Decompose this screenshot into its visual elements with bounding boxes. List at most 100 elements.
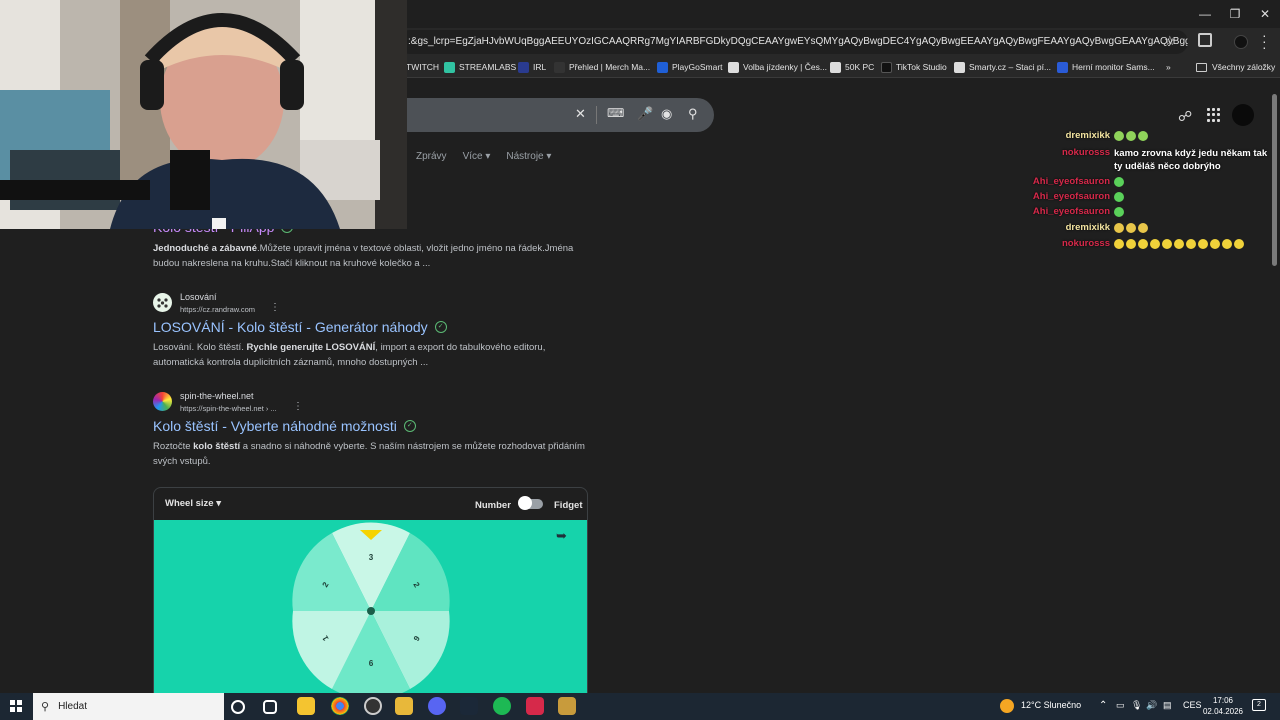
streamlabs-icon xyxy=(444,61,455,73)
site-name: spin-the-wheel.net xyxy=(180,391,254,401)
clear-search-icon[interactable]: ✕ xyxy=(575,106,586,122)
task-view-icon[interactable] xyxy=(263,700,277,714)
verified-icon: ✓ xyxy=(434,321,447,333)
fidget-label[interactable]: Fidget xyxy=(554,500,583,511)
bookmark-star-icon[interactable]: ☆ xyxy=(1164,33,1176,49)
chat-username: Ahi_eyeofsauron xyxy=(1032,191,1110,202)
bookmark-item[interactable]: TikTok Studio xyxy=(881,59,947,75)
game-launcher-icon[interactable] xyxy=(526,697,544,715)
window-controls: — ❐ ✕ xyxy=(1190,0,1280,28)
chat-username: Ahi_eyeofsauron xyxy=(1032,176,1110,187)
obs-icon[interactable] xyxy=(364,697,382,715)
taskbar-clock[interactable]: 17:06 02.04.2026 xyxy=(1200,695,1246,717)
screen: — ❐ ✕ :&gs_lcrp=EgZjaHJvbWUqBggAEEUYOzIG… xyxy=(0,0,1280,720)
playgosmart-icon xyxy=(657,61,668,73)
tab-more[interactable]: Více ▾ xyxy=(463,151,491,162)
wheel-stage: ➥ 3 2 2 1 9 6 xyxy=(154,520,588,697)
clock-date: 02.04.2026 xyxy=(1202,707,1244,716)
tray-chevron-icon[interactable]: ⌃ xyxy=(1099,700,1107,711)
scrollbar-thumb[interactable] xyxy=(1272,94,1277,266)
chat-text: kamo zrovna když jedu někam tak ty udělá… xyxy=(1114,148,1268,172)
site-url[interactable]: https://spin-the-wheel.net › ... xyxy=(180,404,277,413)
emote-icon xyxy=(1138,223,1148,234)
language-indicator[interactable]: CES xyxy=(1183,700,1202,710)
samsung-icon xyxy=(1057,61,1068,73)
restore-icon[interactable]: ❐ xyxy=(1220,0,1250,28)
tray-device-icon[interactable]: ▭ xyxy=(1116,700,1125,711)
file-explorer-icon[interactable] xyxy=(395,697,413,715)
emote-icon xyxy=(1126,131,1136,142)
bookmark-item[interactable]: Smarty.cz – Staci pí... xyxy=(954,59,1051,75)
microphone-icon[interactable]: 🎤 xyxy=(637,106,653,122)
ticket-icon xyxy=(728,61,739,73)
discord-icon[interactable] xyxy=(428,697,446,715)
spin-the-wheel-favicon xyxy=(153,392,172,411)
emote-icon xyxy=(1114,177,1124,188)
more-bookmarks-icon[interactable]: » xyxy=(1166,59,1171,75)
search-divider xyxy=(596,106,597,124)
store-icon[interactable] xyxy=(297,697,315,715)
notification-icon[interactable]: 2 xyxy=(1252,699,1266,711)
share-icon[interactable]: ☍ xyxy=(1178,108,1192,125)
microphone-icon[interactable]: 🎙 xyxy=(1131,700,1142,711)
google-apps-icon[interactable] xyxy=(1207,108,1221,122)
chrome-icon[interactable] xyxy=(331,697,349,715)
volume-icon[interactable]: 🔊 xyxy=(1146,700,1157,711)
chat-username: Ahi_eyeofsauron xyxy=(1032,206,1110,217)
league-icon[interactable] xyxy=(558,697,576,715)
extensions-icon[interactable] xyxy=(1198,33,1212,47)
search-icon[interactable]: ⚲ xyxy=(688,106,698,122)
lens-icon[interactable]: ◉ xyxy=(661,106,672,122)
taskbar-search-field[interactable]: ⚲ Hledat xyxy=(33,693,224,720)
bookmark-item[interactable]: Volba jízdenky | Čes... xyxy=(728,59,827,75)
chat-emotes xyxy=(1114,238,1270,251)
browser-menu-icon[interactable]: · · · xyxy=(1262,28,1267,54)
close-icon[interactable]: ✕ xyxy=(1250,0,1280,28)
chat-emotes xyxy=(1114,130,1270,143)
weather-sun-icon[interactable] xyxy=(1000,699,1014,713)
wheel-size-dropdown[interactable]: Wheel size ▾ xyxy=(165,498,221,509)
tab-tools[interactable]: Nástroje ▾ xyxy=(506,151,551,162)
result-title-link[interactable]: LOSOVÁNÍ - Kolo štěstí - Generátor náhod… xyxy=(153,319,447,335)
chat-emotes xyxy=(1114,191,1270,204)
bookmark-item[interactable]: PlayGoSmart xyxy=(657,59,723,75)
search-icon: ⚲ xyxy=(41,701,50,713)
page-icon xyxy=(830,61,841,73)
wheel-number: 3 xyxy=(369,553,374,562)
all-bookmarks-button[interactable]: Všechny záložky xyxy=(1196,59,1275,75)
emote-icon xyxy=(1126,223,1136,234)
emote-icon xyxy=(1186,239,1196,250)
chat-emotes xyxy=(1114,222,1270,235)
keyboard-icon[interactable]: ⌨ xyxy=(607,106,624,120)
url-field[interactable]: :&gs_lcrp=EgZjaHJvbWUqBggAEEUYOzIGCAAQRR… xyxy=(398,30,1188,54)
verified-icon: ✓ xyxy=(403,420,416,432)
account-avatar[interactable] xyxy=(1232,104,1254,126)
weather-text[interactable]: 12°C Slunečno xyxy=(1021,700,1081,710)
site-url[interactable]: https://cz.randraw.com xyxy=(180,305,255,314)
number-toggle[interactable] xyxy=(518,496,532,510)
steam-icon[interactable] xyxy=(460,697,478,715)
result-menu-icon[interactable]: ⋮ xyxy=(270,302,280,313)
windows-start-icon[interactable] xyxy=(10,700,22,712)
tab-news[interactable]: Zprávy xyxy=(416,151,447,162)
spin-wheel[interactable]: 3 2 2 1 9 6 xyxy=(154,520,588,697)
bookmark-item[interactable]: TWITCH xyxy=(406,59,439,75)
result-title-link[interactable]: Kolo štěstí - Vyberte náhodné možnosti ✓ xyxy=(153,418,416,434)
number-label: Number xyxy=(475,500,511,511)
bookmark-item[interactable]: IRL xyxy=(518,59,546,75)
minimize-icon[interactable]: — xyxy=(1190,0,1220,28)
irl-icon xyxy=(518,61,529,73)
bookmark-item[interactable]: STREAMLABS xyxy=(444,59,516,75)
cortana-icon[interactable] xyxy=(231,700,245,714)
emote-icon xyxy=(1114,131,1124,142)
profile-icon[interactable] xyxy=(1234,35,1248,49)
bookmark-item[interactable]: Přehled | Merch Ma... xyxy=(554,59,650,75)
network-icon[interactable]: ▤ xyxy=(1163,700,1172,711)
result-menu-icon[interactable]: ⋮ xyxy=(293,401,303,412)
result-snippet: Jednoduché a zábavné.Můžete upravit jmén… xyxy=(153,243,574,269)
bookmark-item[interactable]: Herní monitor Sams... xyxy=(1057,59,1155,75)
bookmark-item[interactable]: 50K PC xyxy=(830,59,874,75)
spotify-icon[interactable] xyxy=(493,697,511,715)
emote-icon xyxy=(1138,131,1148,142)
smarty-icon xyxy=(954,61,965,73)
